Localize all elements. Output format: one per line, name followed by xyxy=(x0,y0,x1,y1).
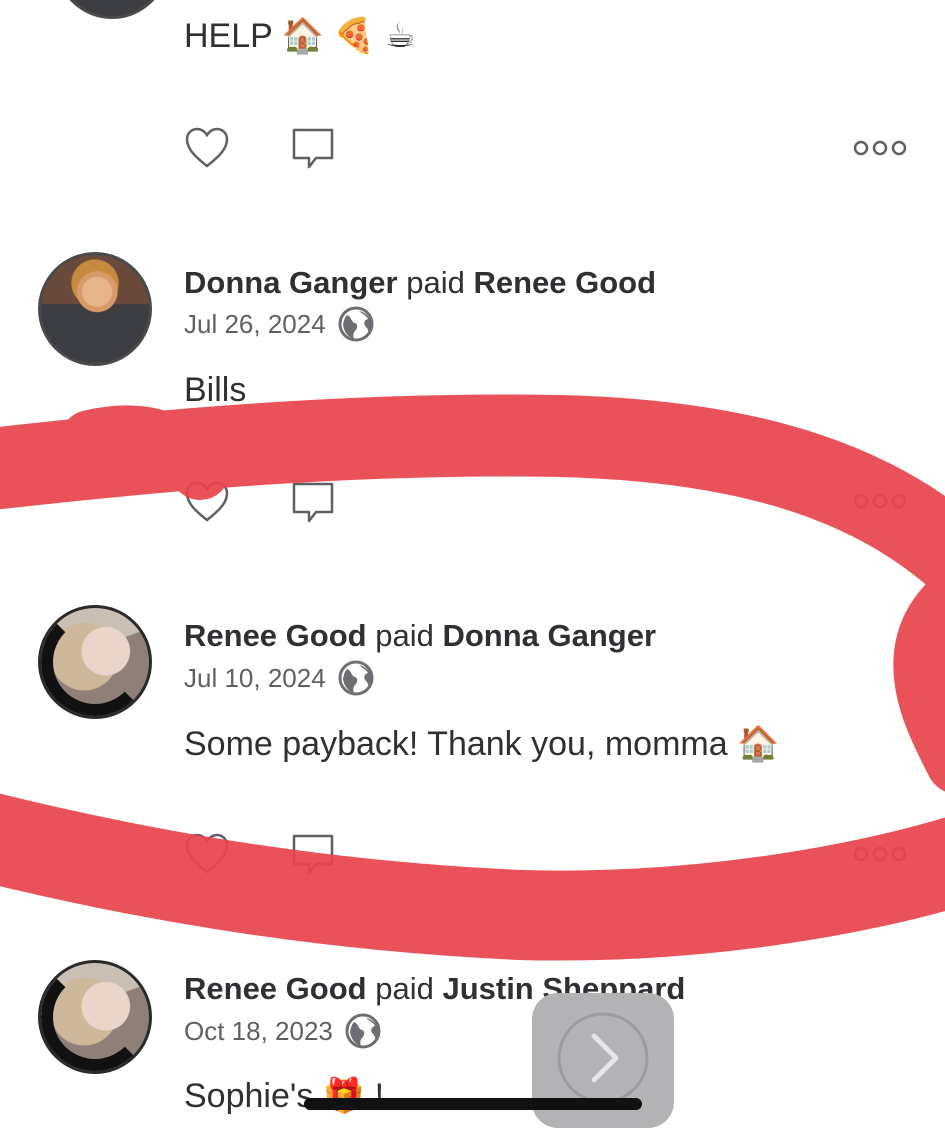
avatar-renee[interactable] xyxy=(38,605,152,719)
comment-bubble-icon[interactable] xyxy=(289,480,337,528)
post-date: Oct 18, 2023 xyxy=(184,1016,333,1046)
globe-icon xyxy=(338,660,374,696)
comment-bubble-icon[interactable] xyxy=(289,126,337,174)
post-header: Donna Ganger paid Renee Good xyxy=(184,265,656,301)
like-heart-icon[interactable] xyxy=(183,830,231,878)
paid-label: paid xyxy=(406,265,465,300)
avatar-donna[interactable] xyxy=(38,252,152,366)
comment-bubble-icon[interactable] xyxy=(289,832,337,880)
post-message: Bills xyxy=(184,371,247,409)
more-options-icon[interactable] xyxy=(852,491,908,511)
like-heart-icon[interactable] xyxy=(183,124,231,172)
post-message: Some payback! Thank you, momma 🏠 xyxy=(184,725,780,763)
avatar-partial[interactable] xyxy=(55,0,169,19)
avatar-frame xyxy=(41,963,149,1071)
red-highlight-annotation xyxy=(0,394,945,961)
more-options-icon[interactable] xyxy=(852,138,908,158)
home-indicator[interactable] xyxy=(304,1098,642,1110)
post-date-row: Oct 18, 2023 xyxy=(184,1013,381,1049)
post-date-row: Jul 10, 2024 xyxy=(184,660,374,696)
like-heart-icon[interactable] xyxy=(183,478,231,526)
post-date-row: Jul 26, 2024 xyxy=(184,306,374,342)
avatar-frame xyxy=(41,608,149,716)
more-options-icon[interactable] xyxy=(852,844,908,864)
payer-name[interactable]: Renee Good xyxy=(184,971,367,1006)
post-date: Jul 26, 2024 xyxy=(184,309,326,339)
payer-name[interactable]: Renee Good xyxy=(184,618,367,653)
payee-name[interactable]: Renee Good xyxy=(473,265,656,300)
paid-label: paid xyxy=(375,618,434,653)
globe-icon xyxy=(338,306,374,342)
globe-icon xyxy=(345,1013,381,1049)
post-message: Sophie's 🎁 ! xyxy=(184,1077,385,1115)
payee-name[interactable]: Donna Ganger xyxy=(442,618,656,653)
post-date: Jul 10, 2024 xyxy=(184,663,326,693)
chevron-right-icon xyxy=(557,1012,649,1104)
payer-name[interactable]: Donna Ganger xyxy=(184,265,398,300)
avatar-renee[interactable] xyxy=(38,960,152,1074)
post-message: HELP 🏠 🍕 ☕ xyxy=(184,17,416,55)
post-header: Renee Good paid Donna Ganger xyxy=(184,618,656,654)
paid-label: paid xyxy=(375,971,434,1006)
